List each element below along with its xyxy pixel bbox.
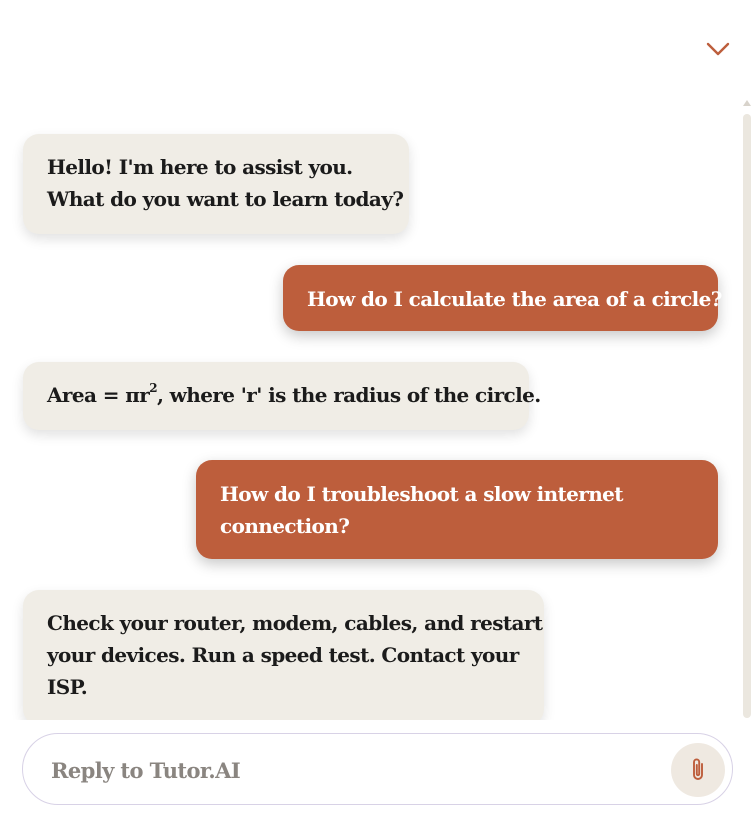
user-message: How do I calculate the area of a circle?: [283, 265, 723, 331]
message-line: connection?: [220, 514, 350, 538]
scrollbar-thumb[interactable]: [743, 114, 751, 718]
assistant-message: Hello! I'm here to assist you. What do y…: [23, 134, 409, 234]
formula-prefix: Area = πr: [47, 383, 150, 407]
message-line: Area = πr2, where 'r' is the radius of t…: [47, 379, 541, 411]
message-line: Hello! I'm here to assist you.: [47, 155, 353, 179]
assistant-message: Area = πr2, where 'r' is the radius of t…: [23, 362, 541, 430]
message-line: your devices. Run a speed test. Contact …: [47, 643, 519, 667]
message-line: How do I calculate the area of a circle?: [307, 287, 723, 311]
chat-widget: Hello! I'm here to assist you. What do y…: [0, 0, 755, 827]
reply-input[interactable]: [49, 734, 653, 806]
message-line: Check your router, modem, cables, and re…: [47, 611, 543, 635]
user-message: How do I troubleshoot a slow internet co…: [196, 460, 718, 559]
scrollbar[interactable]: [742, 100, 752, 720]
message-line: ISP.: [47, 675, 88, 699]
message-line: What do you want to learn today?: [47, 187, 404, 211]
formula-suffix: , where 'r' is the radius of the circle.: [156, 383, 541, 407]
message-list: Hello! I'm here to assist you. What do y…: [0, 0, 740, 720]
paperclip-icon: [693, 758, 703, 780]
reply-composer: [22, 733, 733, 806]
assistant-message: Check your router, modem, cables, and re…: [23, 590, 544, 720]
message-line: How do I troubleshoot a slow internet: [220, 482, 624, 506]
attach-button[interactable]: [671, 743, 725, 797]
scroll-up-arrow[interactable]: [743, 100, 751, 106]
formula-exponent: 2: [149, 381, 157, 396]
